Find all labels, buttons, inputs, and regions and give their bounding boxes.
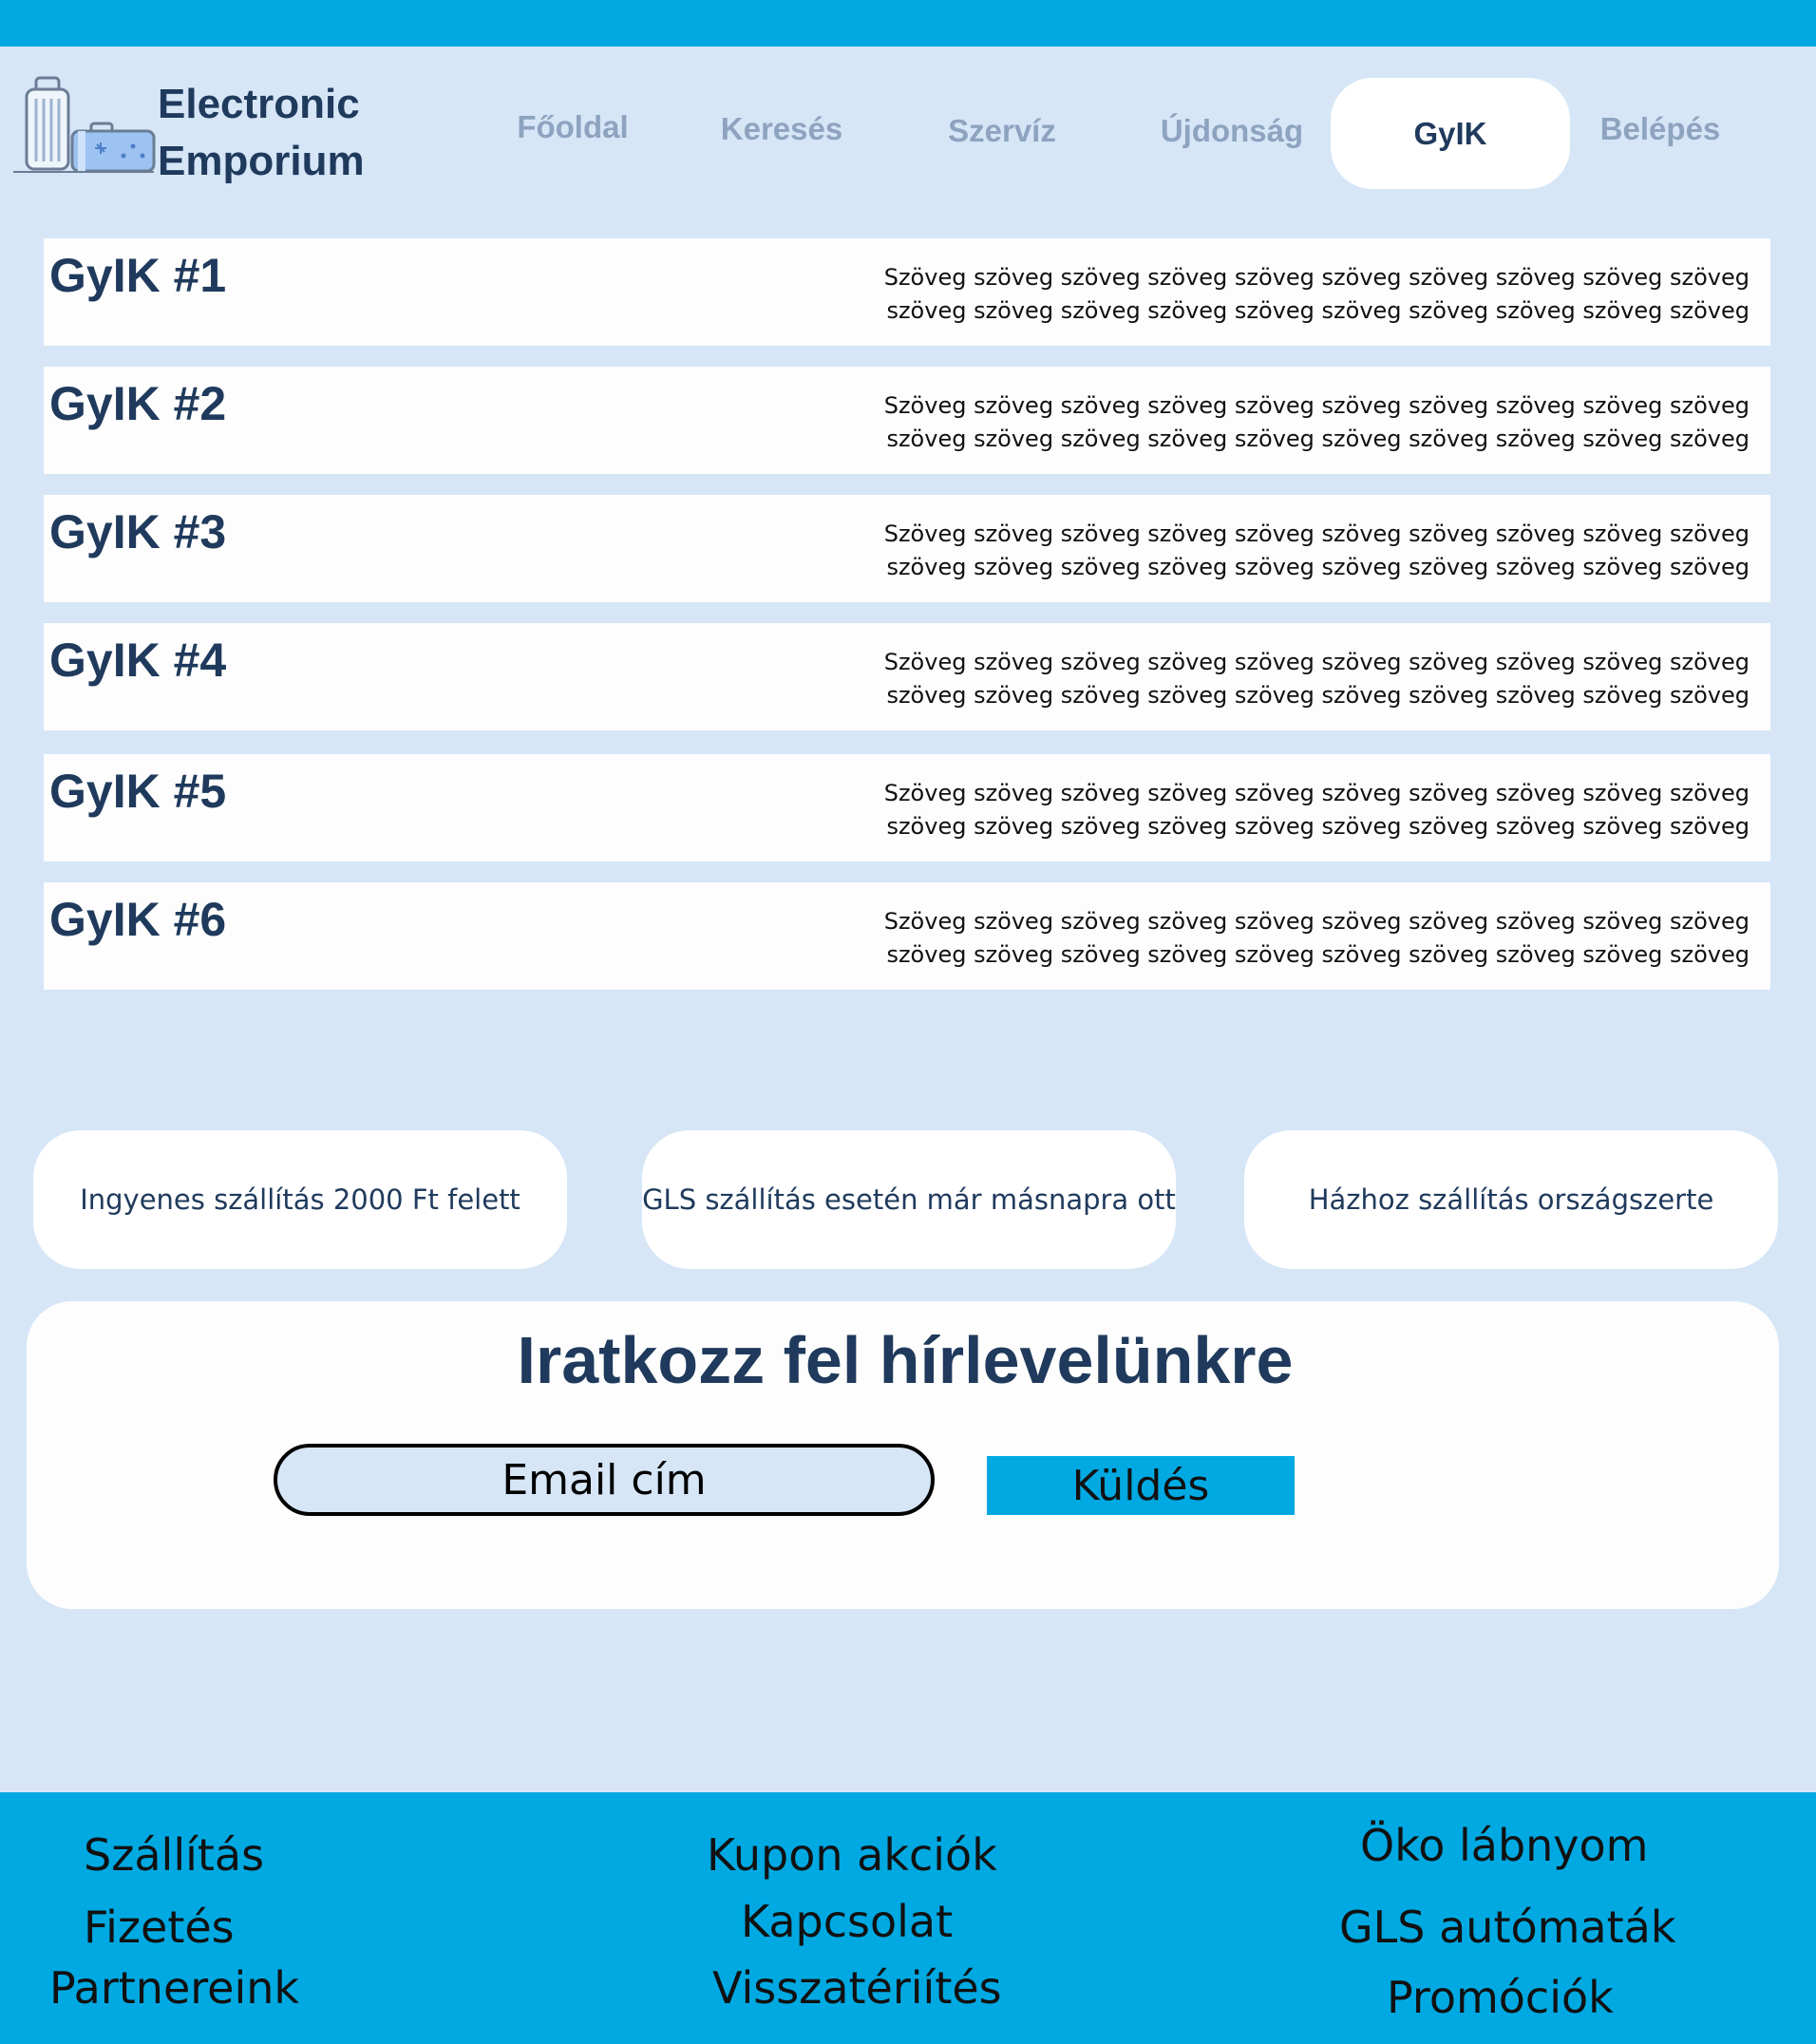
footer-link-visszateriites[interactable]: Visszatériítés — [712, 1962, 1002, 2014]
faq-item[interactable]: GyIK #4 Szöveg szöveg szöveg szöveg szöv… — [44, 623, 1770, 730]
footer-link-promociok[interactable]: Promóciók — [1387, 1972, 1614, 2023]
faq-item[interactable]: GyIK #2 Szöveg szöveg szöveg szöveg szöv… — [44, 367, 1770, 474]
footer-link-oko-labnyom[interactable]: Öko lábnyom — [1360, 1820, 1648, 1871]
faq-text: Szöveg szöveg szöveg szöveg szöveg szöve… — [883, 264, 1750, 324]
footer-link-kapcsolat[interactable]: Kapcsolat — [741, 1896, 953, 1947]
faq-item[interactable]: GyIK #5 Szöveg szöveg szöveg szöveg szöv… — [44, 754, 1770, 861]
brand-name[interactable]: Electronic Emporium — [158, 76, 365, 190]
send-button[interactable]: Küldés — [987, 1456, 1295, 1515]
info-card-gls-next-day: GLS szállítás esetén már másnapra ott — [642, 1130, 1176, 1269]
nav-item-fooldal[interactable]: Főoldal — [505, 99, 640, 156]
footer-link-fizetes[interactable]: Fizetés — [84, 1902, 235, 1953]
nav-item-gyik[interactable]: GyIK — [1331, 78, 1570, 189]
footer: Szállítás Fizetés Partnereink Kupon akci… — [0, 1792, 1816, 2044]
faq-text: Szöveg szöveg szöveg szöveg szöveg szöve… — [883, 520, 1750, 580]
email-field[interactable] — [274, 1444, 935, 1516]
newsletter-panel: Iratkozz fel hírlevelünkre — [27, 1301, 1779, 1609]
footer-link-kupon-akciok[interactable]: Kupon akciók — [707, 1829, 997, 1881]
faq-title: GyIK #5 — [49, 765, 227, 818]
faq-title: GyIK #1 — [49, 249, 227, 302]
top-accent-bar — [0, 0, 1816, 47]
faq-title: GyIK #4 — [49, 634, 227, 687]
faq-title: GyIK #3 — [49, 505, 227, 558]
newsletter-title: Iratkozz fel hírlevelünkre — [517, 1323, 1294, 1397]
brand-name-line1: Electronic — [158, 81, 360, 127]
nav-item-belepes[interactable]: Belépés — [1586, 101, 1734, 158]
nav-item-szerviz[interactable]: Szervíz — [935, 103, 1069, 160]
footer-link-gls-automatak[interactable]: GLS autómaták — [1339, 1902, 1675, 1953]
faq-item[interactable]: GyIK #1 Szöveg szöveg szöveg szöveg szöv… — [44, 238, 1770, 346]
faq-text: Szöveg szöveg szöveg szöveg szöveg szöve… — [883, 908, 1750, 968]
footer-link-szallitas[interactable]: Szállítás — [84, 1829, 264, 1881]
faq-text: Szöveg szöveg szöveg szöveg szöveg szöve… — [883, 392, 1750, 452]
nav-item-kereses[interactable]: Keresés — [714, 101, 849, 158]
luggage-icon[interactable] — [13, 74, 156, 179]
faq-title: GyIK #2 — [49, 377, 227, 430]
faq-text: Szöveg szöveg szöveg szöveg szöveg szöve… — [883, 649, 1750, 709]
info-card-free-shipping: Ingyenes szállítás 2000 Ft felett — [33, 1130, 567, 1269]
faq-text: Szöveg szöveg szöveg szöveg szöveg szöve… — [883, 780, 1750, 840]
faq-item[interactable]: GyIK #3 Szöveg szöveg szöveg szöveg szöv… — [44, 495, 1770, 602]
nav-item-ujdonsag[interactable]: Újdonság — [1147, 103, 1316, 160]
footer-link-partnereink[interactable]: Partnereink — [49, 1962, 299, 2014]
faq-item[interactable]: GyIK #6 Szöveg szöveg szöveg szöveg szöv… — [44, 882, 1770, 990]
faq-title: GyIK #6 — [49, 893, 227, 946]
info-card-home-delivery: Házhoz szállítás országszerte — [1244, 1130, 1778, 1269]
brand-name-line2: Emporium — [158, 138, 365, 184]
